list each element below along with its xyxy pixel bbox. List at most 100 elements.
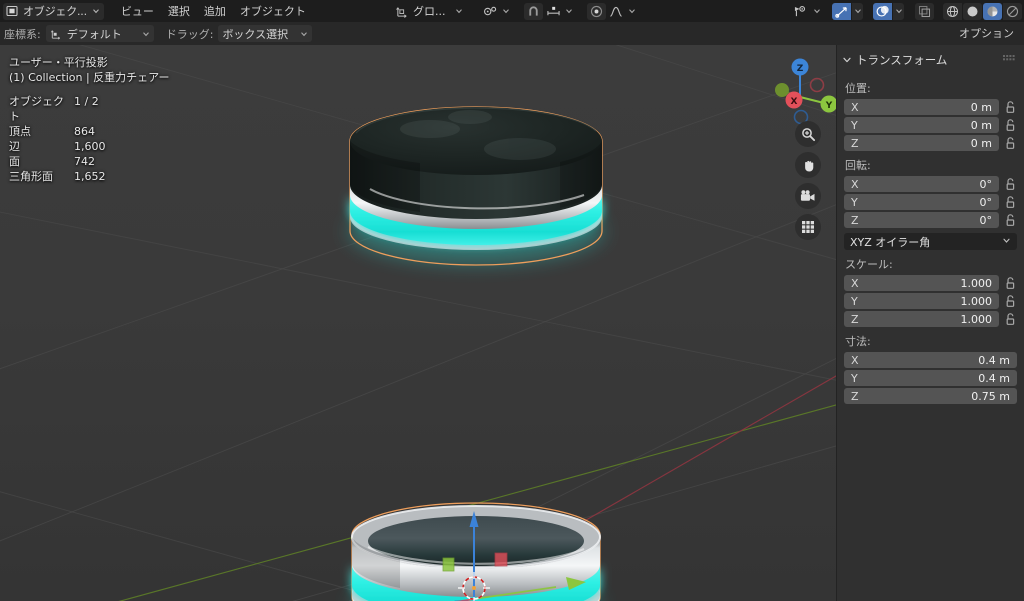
snap-increment-icon[interactable] bbox=[544, 3, 563, 20]
chevron-down-icon bbox=[142, 31, 149, 36]
orientation-dropdown[interactable]: デフォルト bbox=[45, 25, 154, 42]
shading-wireframe[interactable] bbox=[943, 2, 962, 20]
visibility-icon[interactable] bbox=[791, 3, 810, 20]
lock-icon[interactable] bbox=[1004, 118, 1017, 132]
snapping-group[interactable] bbox=[523, 2, 575, 20]
dimensions-label: 寸法: bbox=[845, 335, 871, 348]
field-key: Z bbox=[851, 312, 859, 326]
field-value: 1.000 bbox=[960, 312, 993, 326]
overlays-group[interactable] bbox=[873, 2, 904, 20]
rotation-y-row[interactable]: Y 0° bbox=[844, 194, 1017, 210]
n-panel-sidebar[interactable]: トランスフォーム 位置: X 0 m Y 0 m Z 0 m 回転: X 0° … bbox=[836, 45, 1024, 601]
chevron-down-icon bbox=[566, 9, 572, 14]
transform-orientation-dropdown[interactable]: グロ... bbox=[412, 3, 467, 20]
location-x-row[interactable]: X 0 m bbox=[844, 99, 1017, 115]
transform-panel-header[interactable]: トランスフォーム bbox=[837, 50, 1024, 70]
shading-material[interactable] bbox=[983, 2, 1002, 20]
chevron-down-icon bbox=[301, 31, 308, 36]
top-header-bar: オブジェク... ビュー 選択 追加 オブジェクト グロ... bbox=[0, 0, 1024, 22]
overlays-dropdown[interactable] bbox=[893, 2, 904, 20]
transform-orientation-group[interactable]: グロ... bbox=[394, 3, 467, 20]
object-visibility-dropdown[interactable] bbox=[811, 3, 822, 20]
svg-text:X: X bbox=[791, 97, 798, 107]
navigation-gizmo[interactable]: Z Y X bbox=[762, 53, 838, 129]
dimensions-z-field[interactable]: Z 0.75 m bbox=[844, 388, 1017, 404]
rotation-z-row[interactable]: Z 0° bbox=[844, 212, 1017, 228]
lock-icon[interactable] bbox=[1004, 136, 1017, 150]
scale-z-field[interactable]: Z 1.000 bbox=[844, 311, 999, 327]
snap-magnet-icon[interactable] bbox=[523, 2, 543, 20]
pivot-point-dropdown[interactable] bbox=[501, 3, 512, 20]
rotation-mode-dropdown[interactable]: XYZ オイラー角 bbox=[844, 233, 1017, 250]
proportional-edit-group[interactable] bbox=[586, 2, 638, 20]
options-button[interactable]: オプション bbox=[953, 25, 1020, 42]
mode-selector[interactable]: オブジェク... bbox=[3, 2, 104, 20]
menu-object[interactable]: オブジェクト bbox=[233, 3, 313, 20]
overlays-icon[interactable] bbox=[873, 2, 892, 20]
xray-toggle-icon[interactable] bbox=[915, 2, 934, 20]
svg-text:Y: Y bbox=[825, 101, 833, 111]
drag-dropdown[interactable]: ボックス選択 bbox=[218, 25, 313, 42]
svg-text:Z: Z bbox=[797, 64, 804, 74]
proportional-falloff-icon[interactable] bbox=[607, 3, 626, 20]
menu-select[interactable]: 選択 bbox=[161, 3, 197, 20]
gizmo-neg-y bbox=[775, 83, 789, 97]
gizmo-icon[interactable] bbox=[832, 2, 851, 20]
rotation-z-field[interactable]: Z 0° bbox=[844, 212, 999, 228]
lock-icon[interactable] bbox=[1004, 294, 1017, 308]
lock-icon[interactable] bbox=[1004, 177, 1017, 191]
zoom-icon[interactable] bbox=[795, 121, 821, 147]
dimensions-y-row[interactable]: Y 0.4 m bbox=[844, 370, 1017, 386]
gizmo-dropdown[interactable] bbox=[852, 2, 863, 20]
scale-x-field[interactable]: X 1.000 bbox=[844, 275, 999, 291]
shading-mode-group[interactable] bbox=[943, 2, 1022, 20]
location-z-row[interactable]: Z 0 m bbox=[844, 135, 1017, 151]
grid-ortho-icon[interactable] bbox=[795, 214, 821, 240]
lock-icon[interactable] bbox=[1004, 312, 1017, 326]
lock-icon[interactable] bbox=[1004, 195, 1017, 209]
camera-view-icon[interactable] bbox=[795, 183, 821, 209]
dimensions-x-row[interactable]: X 0.4 m bbox=[844, 352, 1017, 368]
scale-y-row[interactable]: Y 1.000 bbox=[844, 293, 1017, 309]
dimensions-x-field[interactable]: X 0.4 m bbox=[844, 352, 1017, 368]
scale-y-field[interactable]: Y 1.000 bbox=[844, 293, 999, 309]
field-key: Y bbox=[851, 294, 858, 308]
shading-solid[interactable] bbox=[963, 2, 982, 20]
field-key: Z bbox=[851, 213, 859, 227]
gizmo-group[interactable] bbox=[832, 2, 863, 20]
snapping-dropdown[interactable] bbox=[564, 3, 575, 20]
lock-icon[interactable] bbox=[1004, 276, 1017, 290]
pivot-point-group[interactable] bbox=[481, 3, 512, 20]
proportional-edit-icon[interactable] bbox=[586, 2, 606, 20]
lock-icon[interactable] bbox=[1004, 100, 1017, 114]
scale-label: スケール: bbox=[845, 258, 893, 271]
location-y-field[interactable]: Y 0 m bbox=[844, 117, 999, 133]
location-y-row[interactable]: Y 0 m bbox=[844, 117, 1017, 133]
location-label: 位置: bbox=[845, 82, 871, 95]
lock-icon[interactable] bbox=[1004, 213, 1017, 227]
pivot-point-icon[interactable] bbox=[481, 3, 500, 20]
object-visibility-group[interactable] bbox=[791, 3, 822, 20]
rotation-x-row[interactable]: X 0° bbox=[844, 176, 1017, 192]
scale-z-row[interactable]: Z 1.000 bbox=[844, 311, 1017, 327]
menu-view[interactable]: ビュー bbox=[114, 3, 161, 20]
tool-settings-bar: 座標系: デフォルト ドラッグ: ボックス選択 オプション bbox=[0, 22, 1024, 45]
menu-add[interactable]: 追加 bbox=[197, 3, 233, 20]
rotation-x-field[interactable]: X 0° bbox=[844, 176, 999, 192]
hand-pan-icon[interactable] bbox=[795, 152, 821, 178]
viewport-nav-buttons[interactable] bbox=[795, 121, 821, 240]
field-value: 0° bbox=[979, 177, 993, 191]
chevron-down-icon bbox=[93, 9, 99, 14]
dimensions-z-row[interactable]: Z 0.75 m bbox=[844, 388, 1017, 404]
shading-rendered[interactable] bbox=[1003, 2, 1022, 20]
proportional-falloff-dropdown[interactable] bbox=[627, 3, 638, 20]
panel-grip-icon[interactable] bbox=[1003, 53, 1018, 67]
location-z-field[interactable]: Z 0 m bbox=[844, 135, 999, 151]
rotation-y-field[interactable]: Y 0° bbox=[844, 194, 999, 210]
dimensions-y-field[interactable]: Y 0.4 m bbox=[844, 370, 1017, 386]
transform-panel-body: 位置: X 0 m Y 0 m Z 0 m 回転: X 0° Y 0° Z 0°… bbox=[837, 70, 1024, 404]
chevron-down-icon bbox=[455, 9, 462, 14]
scale-x-row[interactable]: X 1.000 bbox=[844, 275, 1017, 291]
location-x-field[interactable]: X 0 m bbox=[844, 99, 999, 115]
chevron-down-icon bbox=[503, 9, 509, 14]
